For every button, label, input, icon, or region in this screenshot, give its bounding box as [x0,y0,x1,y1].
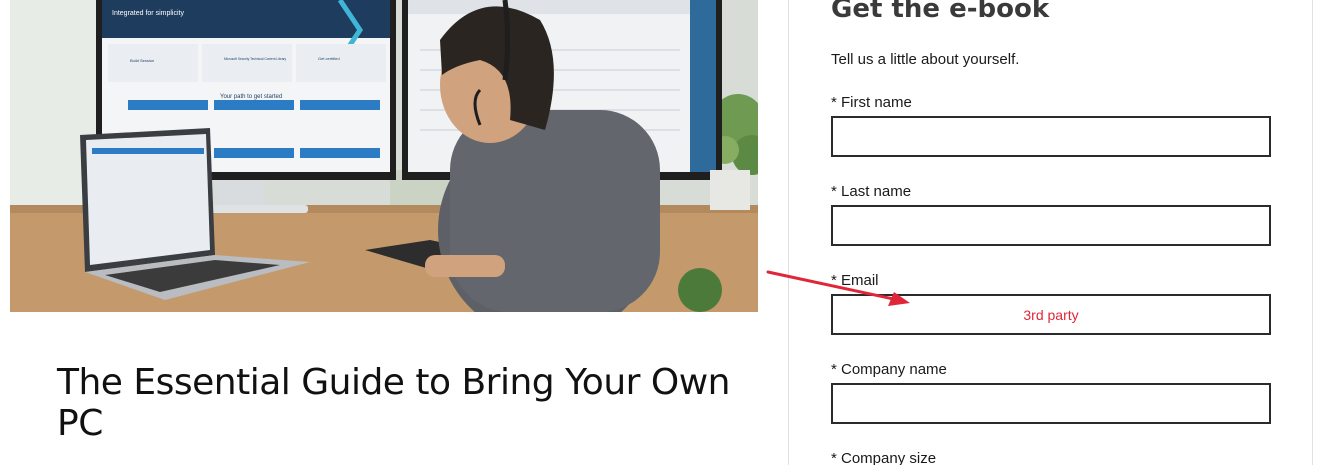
last-name-input[interactable] [831,205,1271,246]
panel-divider-left [788,0,789,465]
first-name-input[interactable] [831,116,1271,157]
panel-divider-right [1312,0,1313,465]
hero-image: Integrated for simplicity Build Session … [10,0,758,312]
last-name-label: * Last name [831,183,912,200]
company-size-label: * Company size [831,450,937,465]
form-title: Get the e-book [831,0,1050,24]
first-name-label: * First name [831,94,912,111]
screen-card-1: Build Session [130,58,154,63]
company-name-input[interactable] [831,383,1271,424]
annotation-arrow-icon [766,270,910,306]
screen-card-2: Microsoft Security Technical Content Lib… [224,57,287,61]
screen-card-3: Get certified [318,56,340,61]
article-title: The Essential Guide to Bring Your Own PC [57,362,731,444]
screen-subheading: Your path to get started [220,94,282,100]
screen-headline: Integrated for simplicity [112,10,184,17]
company-name-label: * Company name [831,361,947,378]
form-intro: Tell us a little about yourself. [831,51,1020,68]
